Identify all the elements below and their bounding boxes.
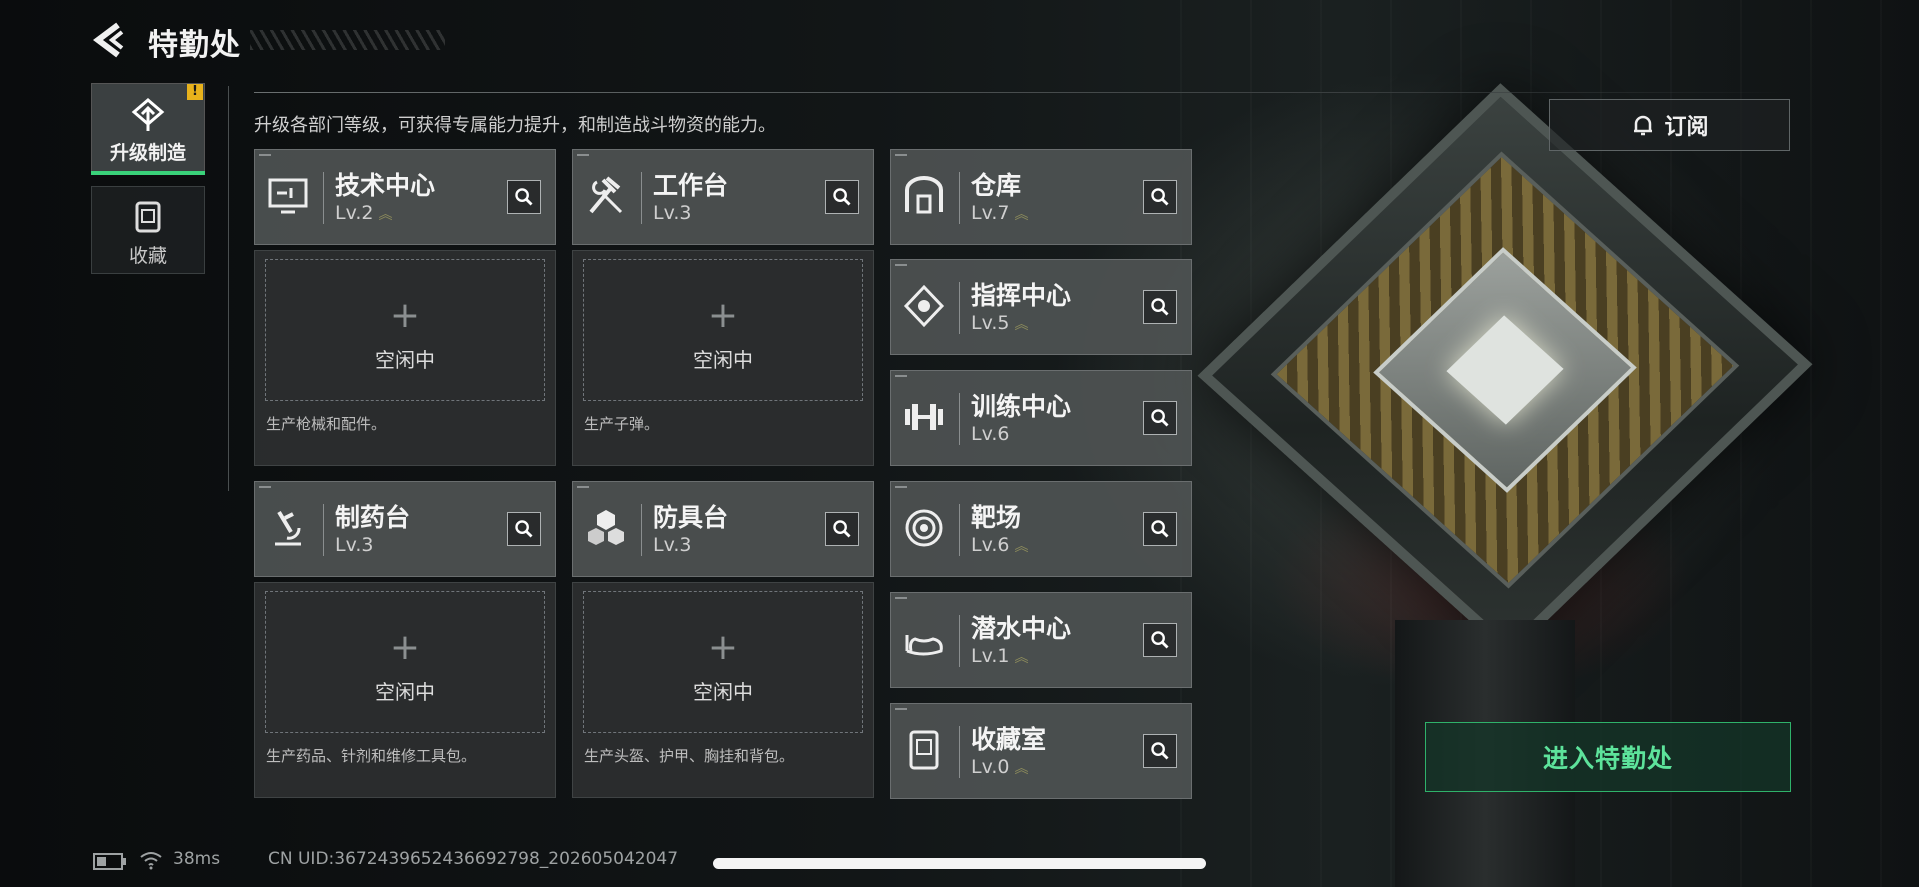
battery-icon [93,853,126,870]
divider [228,86,229,491]
empty-slot-button[interactable]: + 空闲中 [265,591,545,733]
monitor-icon [268,178,308,214]
search-icon[interactable] [1143,512,1177,546]
dept-name: 收藏室 [971,725,1047,754]
search-icon[interactable] [1143,623,1177,657]
slot-description: 生产子弹。 [584,415,660,433]
search-icon[interactable] [507,512,541,546]
slot-description: 生产头盔、护甲、胸挂和背包。 [584,747,795,765]
title-decoration [250,30,445,50]
dept-card-collection[interactable]: 收藏室 Lv.0 ︽ [890,703,1192,799]
dept-level: Lv.6 [971,423,1010,445]
upgrade-icon [131,98,165,131]
slot-description: 生产药品、针剂和维修工具包。 [266,747,477,765]
back-arrow-icon[interactable] [92,22,126,58]
dept-card-armor[interactable]: 防具台 Lv.3 [572,481,874,577]
cube-artwork [1197,83,1813,657]
dept-card-pharmacy[interactable]: 制药台 Lv.3 [254,481,556,577]
dept-level: Lv.3 [653,534,692,556]
search-icon[interactable] [1143,290,1177,324]
craft-slot-workbench: + 空闲中 生产子弹。 [572,250,874,466]
plus-icon: + [389,627,421,668]
warehouse-icon [905,176,943,214]
tab-label: 收藏 [128,245,167,267]
alert-badge: ! [187,84,203,100]
dept-card-command[interactable]: 指挥中心 Lv.5 ︽ [890,259,1192,355]
wifi-icon [140,852,162,870]
dept-card-workbench[interactable]: 工作台 Lv.3 [572,149,874,245]
command-diamond-icon [903,284,945,328]
dept-name: 指挥中心 [971,281,1072,310]
dept-level: Lv.6 ︽ [971,534,1028,556]
slot-status: 空闲中 [375,348,435,372]
dept-card-diving[interactable]: 潜水中心 Lv.1 ︽ [890,592,1192,688]
dept-card-training[interactable]: 训练中心 Lv.6 [890,370,1192,466]
dept-level: Lv.3 [653,202,692,224]
search-icon[interactable] [1143,180,1177,214]
search-icon[interactable] [825,512,859,546]
slot-status: 空闲中 [693,680,753,704]
home-indicator[interactable] [713,858,1206,869]
dept-level: Lv.5 ︽ [971,312,1028,334]
plus-icon: + [389,295,421,336]
page-subtitle: 升级各部门等级，可获得专属能力提升，和制造战斗物资的能力。 [254,115,776,136]
search-icon[interactable] [1143,734,1177,768]
dept-level: Lv.2 ︽ [335,202,392,224]
collection-case-icon [135,201,161,233]
craft-slot-tech: + 空闲中 生产枪械和配件。 [254,250,556,466]
ping-label: 38ms [173,849,221,869]
divider [254,92,1790,93]
cubes-icon [588,510,624,545]
microscope-icon [275,510,301,546]
empty-slot-button[interactable]: + 空闲中 [583,591,863,733]
dept-level: Lv.7 ︽ [971,202,1028,224]
dept-card-tech[interactable]: 技术中心 Lv.2 ︽ [254,149,556,245]
dept-card-warehouse[interactable]: 仓库 Lv.7 ︽ [890,149,1192,245]
subscribe-button[interactable]: 订阅 [1549,99,1790,151]
dumbbell-icon [905,404,943,430]
hammer-wrench-icon [589,176,623,214]
search-icon[interactable] [507,180,541,214]
bell-icon [1634,115,1653,136]
search-icon[interactable] [825,180,859,214]
slot-status: 空闲中 [375,680,435,704]
page-title: 特勤处 [148,28,241,63]
tab-collection[interactable]: 收藏 [91,186,205,274]
dept-name: 仓库 [971,171,1022,200]
enter-button[interactable]: 进入特勤处 [1425,722,1791,792]
dept-name: 训练中心 [971,392,1072,421]
dept-name: 潜水中心 [971,614,1072,643]
dept-level: Lv.3 [335,534,374,556]
plus-icon: + [707,627,739,668]
dept-card-range[interactable]: 靶场 Lv.6 ︽ [890,481,1192,577]
subscribe-label: 订阅 [1664,115,1709,140]
plus-icon: + [707,295,739,336]
craft-slot-armor: + 空闲中 生产头盔、护甲、胸挂和背包。 [572,582,874,798]
dept-level: Lv.0 ︽ [971,756,1028,778]
empty-slot-button[interactable]: + 空闲中 [265,259,545,401]
slot-description: 生产枪械和配件。 [266,415,387,433]
tab-label: 升级制造 [109,142,186,164]
dept-level: Lv.1 ︽ [971,645,1028,667]
dept-name: 工作台 [653,171,729,200]
display-case-icon [909,730,939,770]
uid-label: CN UID:3672439652436692798_202605042047 [268,849,679,869]
enter-label: 进入特勤处 [1542,744,1673,773]
diving-mask-icon [905,635,943,656]
dept-name: 技术中心 [335,171,436,200]
empty-slot-button[interactable]: + 空闲中 [583,259,863,401]
dept-name: 制药台 [335,503,411,532]
craft-slot-pharmacy: + 空闲中 生产药品、针剂和维修工具包。 [254,582,556,798]
slot-status: 空闲中 [693,348,753,372]
dept-name: 靶场 [971,503,1022,532]
dept-name: 防具台 [653,503,729,532]
target-icon [905,509,943,547]
search-icon[interactable] [1143,401,1177,435]
